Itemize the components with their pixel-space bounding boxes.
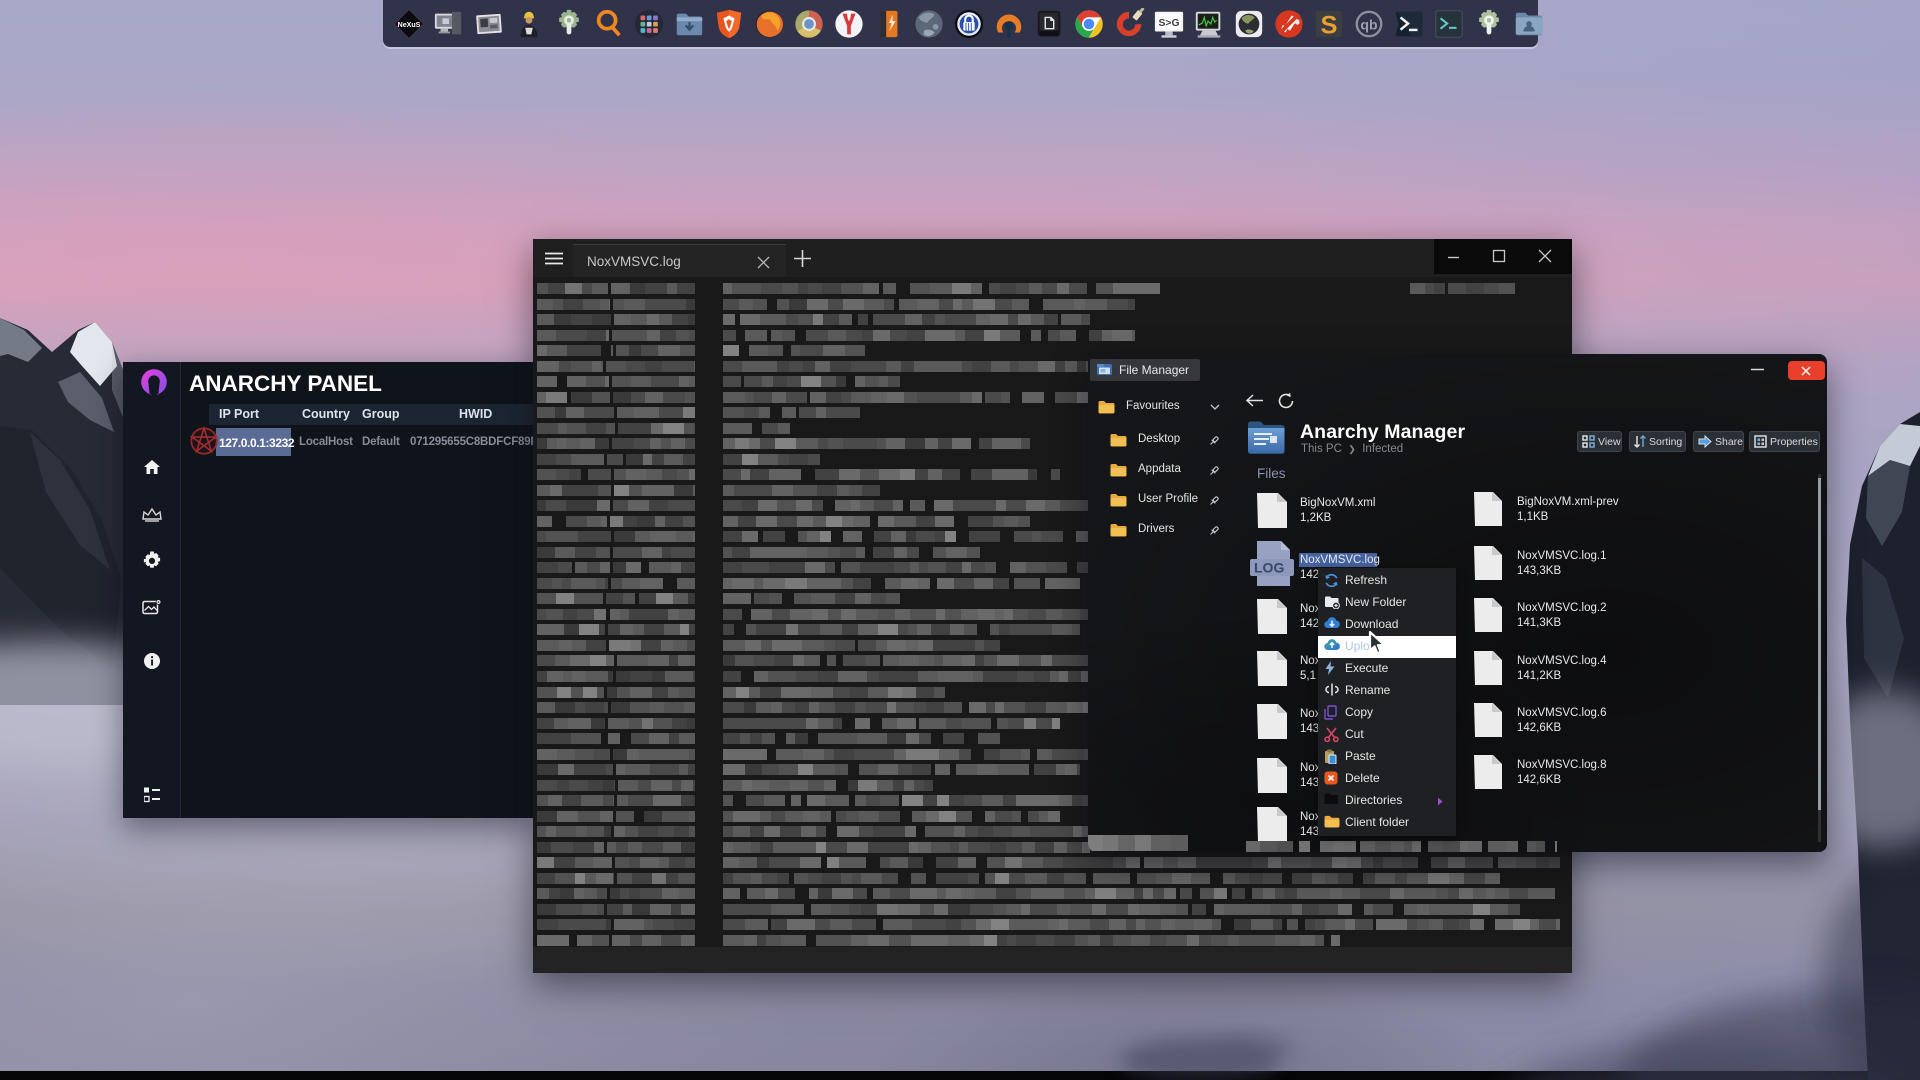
svg-text:S: S bbox=[1321, 11, 1338, 39]
svg-text:S>G: S>G bbox=[1159, 17, 1180, 28]
svg-text:NeXuS: NeXuS bbox=[398, 21, 421, 28]
svg-text:qb: qb bbox=[1360, 16, 1378, 32]
